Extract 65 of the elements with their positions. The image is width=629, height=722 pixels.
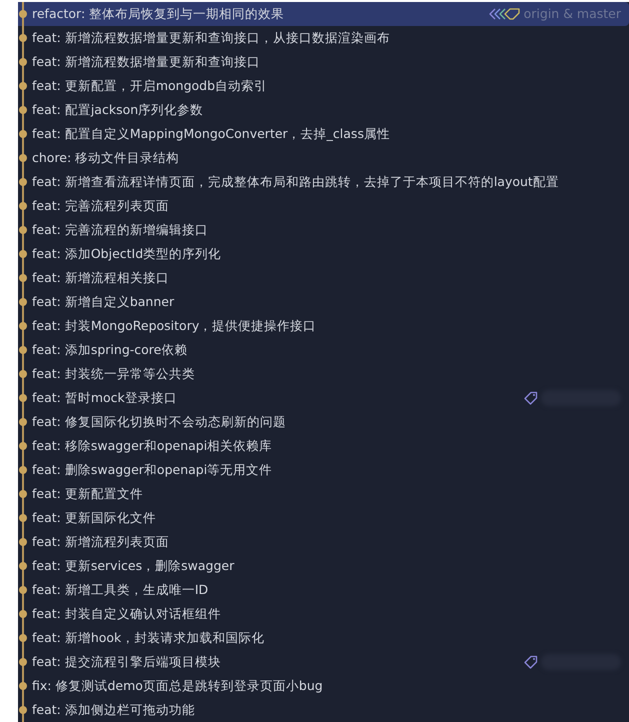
- commit-message[interactable]: feat: 移除swagger和openapi相关依赖库: [31, 436, 272, 456]
- commit-dot: [18, 178, 26, 186]
- commit-dot: [18, 586, 26, 594]
- commit-dot: [18, 274, 26, 282]
- commit-dot: [18, 634, 26, 642]
- branch-label: origin & master: [524, 4, 621, 23]
- commit-dot: [18, 490, 26, 498]
- commit-dot: [18, 394, 26, 402]
- commit-message[interactable]: feat: 更新配置，开启mongodb自动索引: [31, 76, 268, 96]
- commit-message[interactable]: feat: 提交流程引擎后端项目模块: [31, 652, 221, 672]
- commit-message[interactable]: chore: 移动文件目录结构: [31, 148, 180, 168]
- commit-message[interactable]: feat: 配置自定义MappingMongoConverter，去掉_class属性: [31, 124, 390, 144]
- commit-dot: [18, 562, 26, 570]
- commit-dot: [18, 514, 26, 522]
- commit-message: refactor: 整体布局恢复到与一期相同的效果: [31, 4, 284, 23]
- commit-dot: [18, 34, 26, 42]
- commit-dot: [18, 658, 26, 666]
- commit-message[interactable]: feat: 新增自定义banner: [31, 292, 174, 312]
- commit-message[interactable]: feat: 新增工具类，生成唯一ID: [31, 580, 208, 600]
- commit-dot: [18, 466, 26, 474]
- commit-message[interactable]: feat: 封装MongoRepository，提供便捷操作接口: [31, 316, 316, 336]
- commit-message[interactable]: feat: 暂时mock登录接口: [31, 388, 177, 408]
- commit-message[interactable]: fix: 修复测试demo页面总是跳转到登录页面小bug: [31, 676, 323, 696]
- commit-dot: [18, 682, 26, 690]
- commit-message[interactable]: feat: 完善流程列表页面: [31, 196, 169, 216]
- commit-row[interactable]: refactor: 整体布局恢复到与一期相同的效果 origin & master: [18, 2, 629, 26]
- commit-message[interactable]: feat: 更新国际化文件: [31, 508, 156, 528]
- commit-dot: [18, 610, 26, 618]
- tag-icon: [524, 391, 538, 405]
- tags-icon: [486, 7, 521, 21]
- commit-message[interactable]: feat: 修复国际化切换时不会动态刷新的问题: [31, 412, 286, 432]
- commit-message[interactable]: feat: 新增流程数据增量更新和查询接口，从接口数据渲染画布: [31, 28, 390, 48]
- commit-dot: [18, 346, 26, 354]
- commit-dot: [18, 298, 26, 306]
- commit-message[interactable]: feat: 配置jackson序列化参数: [31, 100, 204, 120]
- commit-message[interactable]: feat: 完善流程的新增编辑接口: [31, 220, 208, 240]
- commit-message[interactable]: feat: 更新配置文件: [31, 484, 143, 504]
- commit-dot: [18, 442, 26, 450]
- commit-message[interactable]: feat: 新增流程相关接口: [31, 268, 169, 288]
- commit-message[interactable]: feat: 新增流程列表页面: [31, 532, 169, 552]
- commit-dot: [18, 154, 26, 162]
- commit-message[interactable]: feat: 封装自定义确认对话框组件: [31, 604, 221, 624]
- commit-message[interactable]: feat: 新增hook，封装请求加载和国际化: [31, 628, 264, 648]
- commit-dot: [18, 10, 26, 18]
- commit-dot: [18, 82, 26, 90]
- commit-dot: [18, 226, 26, 234]
- commit-message[interactable]: feat: 新增查看流程详情页面，完成整体布局和路由跳转，去掉了于本项目不符的layout配置: [31, 172, 559, 192]
- commit-message[interactable]: feat: 添加spring-core依赖: [31, 340, 188, 360]
- commit-message[interactable]: feat: 更新services，删除swagger: [31, 556, 234, 576]
- commit-message[interactable]: feat: 添加侧边栏可拖动功能: [31, 700, 195, 720]
- commit-message[interactable]: feat: 新增流程数据增量更新和查询接口: [31, 52, 260, 72]
- commit-dot: [18, 202, 26, 210]
- commit-dot: [18, 250, 26, 258]
- commit-dot: [18, 370, 26, 378]
- commit-message[interactable]: feat: 删除swagger和openapi等无用文件: [31, 460, 272, 480]
- commit-message[interactable]: feat: 添加ObjectId类型的序列化: [31, 244, 222, 264]
- commit-dot: [18, 322, 26, 330]
- tag-icon: [524, 655, 538, 669]
- commit-dot: [18, 418, 26, 426]
- commit-message[interactable]: feat: 封装统一异常等公共类: [31, 364, 195, 384]
- commit-dot: [18, 706, 26, 714]
- commit-dot: [18, 58, 26, 66]
- commit-dot: [18, 106, 26, 114]
- commit-dot: [18, 130, 26, 138]
- commit-dot: [18, 538, 26, 546]
